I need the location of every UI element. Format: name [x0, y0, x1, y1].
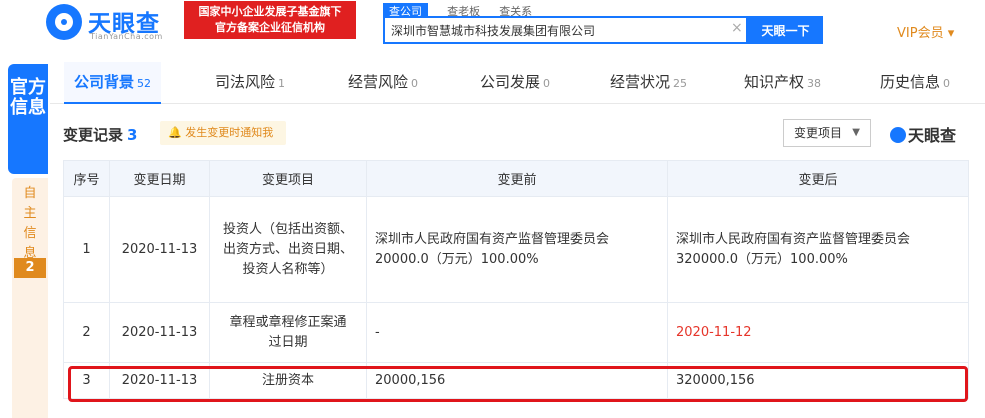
search-box: ×: [383, 16, 748, 44]
col-header-after: 变更后: [667, 160, 969, 197]
col-header-no: 序号: [63, 160, 110, 197]
vip-label: VIP会员: [897, 26, 944, 41]
caret-down-icon: ▾: [947, 26, 955, 41]
cell-after: 2020-11-12: [667, 302, 969, 363]
tab-operating-status[interactable]: 经营状况 25: [610, 62, 687, 104]
tianyancha-logo[interactable]: 天眼查 TianYanCha.com: [46, 4, 176, 41]
notify-label: 发生变更时通知我: [185, 126, 274, 139]
col-header-item: 变更项目: [209, 160, 367, 197]
vip-member-menu[interactable]: VIP会员 ▾: [897, 22, 954, 41]
caret-down-icon: ▼: [852, 127, 860, 138]
clear-icon[interactable]: ×: [731, 20, 743, 36]
bell-icon: 🔔: [168, 126, 182, 139]
search-type-tabs: 查公司 查老板 查关系: [383, 0, 546, 19]
search-button[interactable]: 天眼一下: [748, 16, 823, 44]
table-header-row: 序号 变更日期 变更项目 变更前 变更后: [63, 160, 969, 197]
top-header: 天眼查 TianYanCha.com 国家中小企业发展子基金旗下 官方备案企业征…: [0, 0, 985, 56]
cell-before: -: [366, 302, 668, 363]
self-info-count-badge: 2: [14, 258, 46, 278]
eye-logo-icon: [46, 4, 82, 40]
cell-after: 深圳市人民政府国有资产监督管理委员会 320000.0（万元）100.00%: [667, 196, 969, 303]
promo-banner[interactable]: 国家中小企业发展子基金旗下 官方备案企业征信机构: [184, 1, 356, 39]
section-title: 变更记录 3: [63, 126, 138, 144]
table-row: 1 2020-11-13 投资人（包括出资额、出资方式、出资日期、投资人名称等）…: [63, 196, 969, 303]
brand-watermark: 天眼查: [890, 122, 956, 146]
tab-intellectual-property[interactable]: 知识产权 38: [744, 62, 821, 104]
tab-company-development[interactable]: 公司发展 0: [480, 62, 550, 104]
cell-date: 2020-11-13: [109, 302, 210, 363]
col-header-date: 变更日期: [109, 160, 210, 197]
change-item-dropdown[interactable]: 变更项目 ▼: [783, 119, 871, 147]
tab-history-info[interactable]: 历史信息 0: [880, 62, 950, 104]
cell-item: 章程或章程修正案通过日期: [209, 302, 367, 363]
logo-subtitle: TianYanCha.com: [90, 32, 163, 41]
self-info-tab[interactable]: 自主信息: [12, 178, 48, 418]
highlight-annotation-box: [68, 366, 968, 402]
cell-item: 投资人（包括出资额、出资方式、出资日期、投资人名称等）: [209, 196, 367, 303]
promo-line-2: 官方备案企业征信机构: [215, 21, 325, 34]
search-input[interactable]: [391, 21, 721, 39]
table-row: 2 2020-11-13 章程或章程修正案通过日期 - 2020-11-12: [63, 302, 969, 363]
cell-date: 2020-11-13: [109, 196, 210, 303]
cell-before: 深圳市人民政府国有资产监督管理委员会 20000.0（万元）100.00%: [366, 196, 668, 303]
record-count: 3: [127, 126, 138, 144]
tab-operating-risk[interactable]: 经营风险 0: [348, 62, 418, 104]
eye-logo-icon: [890, 127, 906, 143]
cell-no: 1: [63, 196, 110, 303]
tab-judicial-risk[interactable]: 司法风险 1: [215, 62, 285, 104]
cell-no: 2: [63, 302, 110, 363]
tab-company-background[interactable]: 公司背景 52: [64, 62, 162, 104]
col-header-before: 变更前: [366, 160, 668, 197]
self-info-label: 自主信息: [23, 186, 37, 261]
category-tabs: 公司背景 52 司法风险 1 经营风险 0 公司发展 0 经营状况 25 知识产权 38 历…: [50, 62, 985, 104]
change-record-table: 序号 变更日期 变更项目 变更前 变更后 1 2020-11-13 投资人（包括…: [63, 160, 969, 399]
official-info-tab[interactable]: 官方信息: [8, 64, 48, 174]
promo-line-1: 国家中小企业发展子基金旗下: [198, 5, 342, 18]
notify-change-button[interactable]: 🔔 发生变更时通知我: [160, 121, 286, 145]
